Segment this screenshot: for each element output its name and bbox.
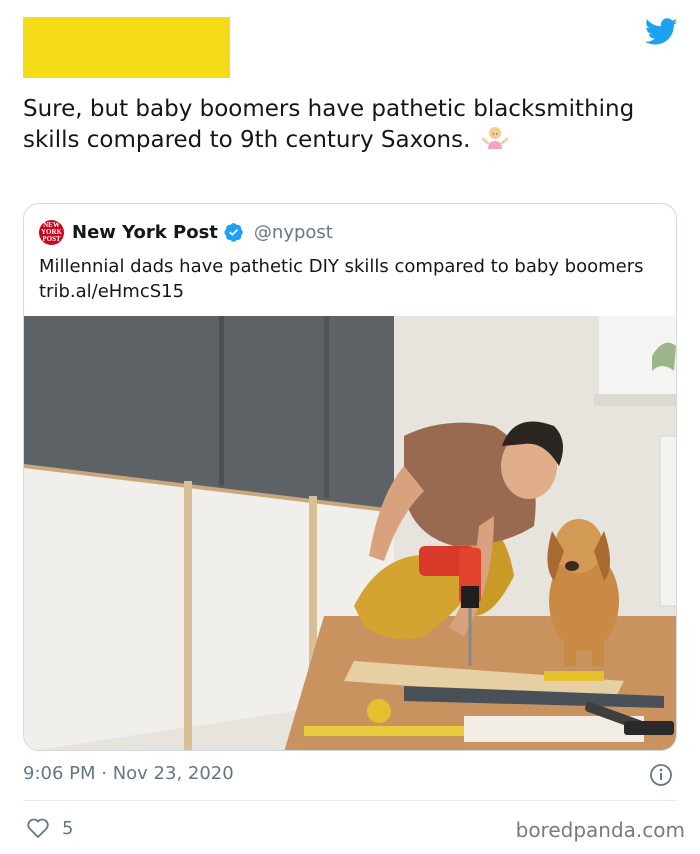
tweet-timestamp[interactable]: 9:06 PM · Nov 23, 2020: [23, 763, 234, 784]
watermark: boredpanda.com: [515, 818, 685, 842]
twitter-bird-icon[interactable]: [645, 18, 678, 46]
verified-badge-icon: [224, 223, 243, 242]
info-icon[interactable]: [649, 763, 673, 787]
handle[interactable]: @nypost: [254, 222, 333, 243]
tweet-text: Sure, but baby boomers have pathetic bla…: [23, 94, 663, 156]
woman-shrugging-emoji: [481, 127, 508, 149]
quoted-tweet-text: Millennial dads have pathetic DIY skills…: [39, 256, 644, 302]
display-name[interactable]: New York Post: [72, 222, 218, 243]
divider: [23, 800, 677, 801]
avatar[interactable]: NEW YORK POST: [39, 219, 64, 245]
heart-icon[interactable]: [26, 817, 50, 839]
quoted-tweet-card[interactable]: NEW YORK POST New York Post @nypost Mill…: [23, 203, 677, 751]
redacted-user-info: [23, 17, 230, 78]
like-count: 5: [62, 818, 74, 839]
tweet-body: Sure, but baby boomers have pathetic bla…: [23, 96, 635, 153]
tweet-photo[interactable]: [24, 316, 677, 751]
quoted-tweet-header: NEW YORK POST New York Post @nypost: [39, 219, 333, 245]
